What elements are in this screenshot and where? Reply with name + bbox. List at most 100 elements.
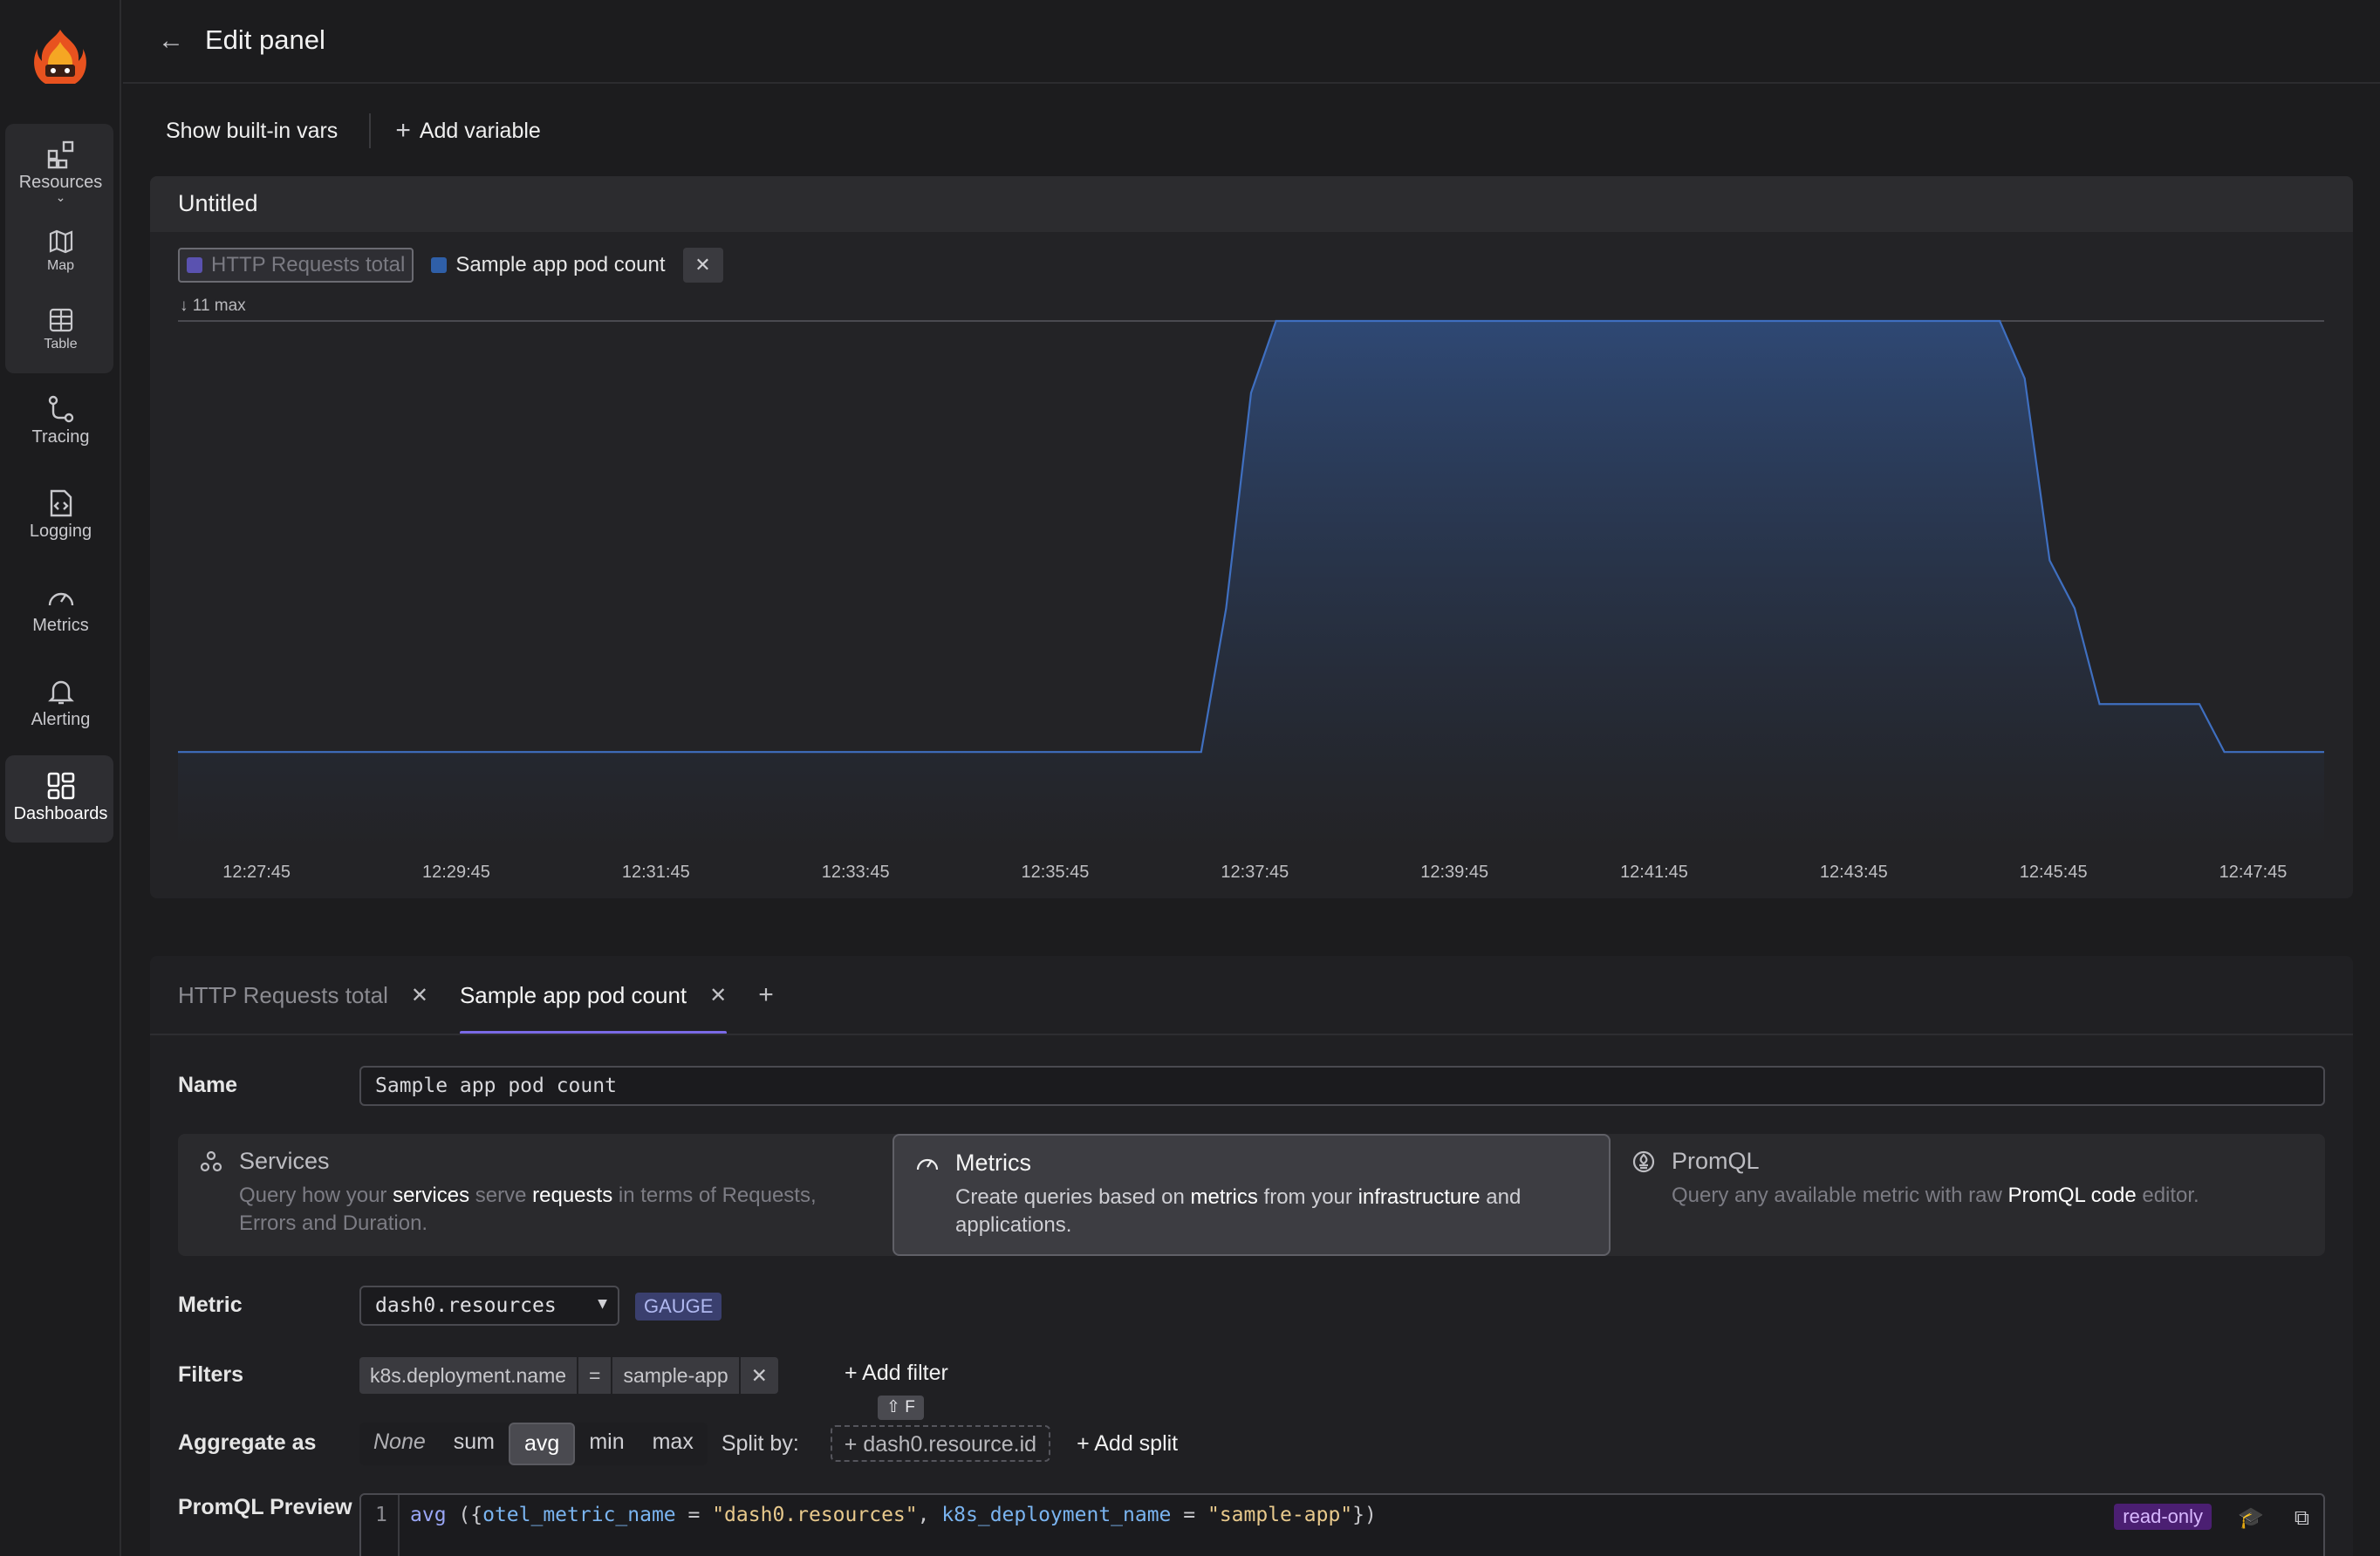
add-query-button[interactable]: +: [758, 980, 774, 1010]
aggregate-options: None sum avg min max: [359, 1422, 708, 1465]
chevron-down-icon: ⌄: [55, 190, 66, 204]
aggregate-option-sum[interactable]: sum: [440, 1423, 509, 1465]
mode-promql[interactable]: PromQL Query any available metric with r…: [1611, 1134, 2325, 1256]
line-number: 1: [361, 1495, 400, 1556]
query-tabs: HTTP Requests total ✕ Sample app pod cou…: [178, 956, 774, 1034]
close-icon: ✕: [750, 1364, 768, 1387]
tab-http-requests-total[interactable]: HTTP Requests total ✕: [178, 956, 428, 1034]
copy-icon[interactable]: ⧉: [2295, 1505, 2309, 1530]
services-icon: [200, 1150, 222, 1172]
chart-legend: HTTP Requests total Sample app pod count…: [178, 248, 723, 283]
name-label: Name: [178, 1073, 238, 1097]
filters-label: Filters: [178, 1362, 244, 1387]
query-mode-selector: Services Query how your services serve r…: [178, 1134, 2325, 1256]
x-tick-label: 12:33:45: [822, 863, 890, 882]
legend-swatch: [187, 257, 202, 273]
mode-description: Create queries based on metrics from you…: [955, 1185, 1522, 1237]
resources-icon: [47, 140, 73, 169]
metric-select[interactable]: dash0.resources ▼: [359, 1286, 619, 1326]
metrics-icon: [48, 592, 73, 606]
x-tick-label: 12:29:45: [422, 863, 490, 882]
x-tick-label: 12:39:45: [1420, 863, 1488, 882]
prometheus-icon: [1632, 1150, 1655, 1173]
aggregate-option-min[interactable]: min: [575, 1423, 638, 1465]
filter-operator[interactable]: =: [578, 1357, 612, 1394]
sidebar-item-resources[interactable]: Resources ⌄: [0, 140, 121, 204]
legend-item-sample-app[interactable]: Sample app pod count: [424, 248, 672, 283]
name-input[interactable]: [359, 1066, 2325, 1106]
filter-value[interactable]: sample-app: [612, 1357, 739, 1394]
max-label: ↓ 11 max: [180, 297, 246, 315]
sidebar-item-metrics[interactable]: Metrics: [0, 583, 121, 636]
aggregate-option-max[interactable]: max: [639, 1423, 708, 1465]
sidebar-item-dashboards[interactable]: Dashboards: [0, 771, 121, 824]
sidebar-item-logging[interactable]: Logging: [0, 488, 121, 542]
close-icon[interactable]: ✕: [709, 983, 727, 1008]
x-tick-label: 12:45:45: [2020, 863, 2088, 882]
sidebar-item-map[interactable]: Map: [0, 229, 121, 274]
mode-description: Query how your services serve requests i…: [239, 1184, 817, 1235]
sidebar-item-table[interactable]: Table: [0, 307, 121, 352]
metric-type-badge: GAUGE: [635, 1293, 722, 1321]
legend-item-http-requests[interactable]: HTTP Requests total: [178, 248, 414, 283]
dashboards-icon: [47, 772, 74, 800]
tabs-divider: [150, 1034, 2353, 1035]
page-title: Edit panel: [205, 24, 325, 55]
divider: [369, 113, 372, 148]
x-tick-label: 12:35:45: [1022, 863, 1090, 882]
plus-icon[interactable]: +: [395, 116, 411, 146]
close-icon[interactable]: ✕: [411, 983, 428, 1008]
plus-icon: +: [844, 1432, 864, 1457]
query-editor-panel: HTTP Requests total ✕ Sample app pod cou…: [150, 956, 2353, 1556]
arrow-down-icon: ↓: [180, 297, 188, 315]
aggregate-option-avg[interactable]: avg: [509, 1422, 576, 1465]
read-only-badge: read-only: [2114, 1504, 2212, 1530]
x-tick-label: 12:43:45: [1820, 863, 1888, 882]
aggregate-option-none[interactable]: None: [359, 1423, 440, 1465]
chart-panel: Untitled 12:27:45 12:29:45 12:31:45 12:33:4…: [150, 176, 2353, 898]
sidebar-item-tracing[interactable]: Tracing: [0, 394, 121, 447]
filter-chip[interactable]: k8s.deployment.name = sample-app ✕: [359, 1357, 778, 1394]
split-by-label: Split by:: [721, 1430, 799, 1456]
page-header: ← Edit panel: [123, 0, 2380, 84]
split-chip[interactable]: + dash0.resource.id: [830, 1425, 1051, 1462]
promql-preview[interactable]: 1 avg ({otel_metric_name = "dash0.resour…: [359, 1493, 2325, 1556]
clear-legend-selection-button[interactable]: ✕: [682, 248, 723, 283]
tracing-icon: [48, 395, 73, 423]
logging-icon: [50, 489, 72, 517]
learn-icon[interactable]: 🎓: [2238, 1505, 2264, 1530]
promql-code: avg ({otel_metric_name = "dash0.resource…: [410, 1504, 1377, 1526]
remove-filter-button[interactable]: ✕: [740, 1357, 778, 1394]
app-logo[interactable]: [30, 26, 91, 87]
mode-services[interactable]: Services Query how your services serve r…: [178, 1134, 892, 1256]
mode-metrics[interactable]: Metrics Create queries based on metrics …: [892, 1134, 1611, 1256]
bell-icon: [47, 680, 74, 705]
x-tick-label: 12:31:45: [622, 863, 690, 882]
promql-preview-label: PromQL Preview: [178, 1495, 352, 1519]
x-tick-label: 12:47:45: [2219, 863, 2288, 882]
gauge-icon: [916, 1158, 939, 1170]
variables-bar: Show built-in vars + Add variable: [166, 113, 541, 148]
keyboard-shortcut-hint: ⇧ F: [878, 1396, 924, 1420]
close-icon: ✕: [694, 254, 711, 276]
x-tick-label: 12:41:45: [1620, 863, 1688, 882]
tab-sample-app-pod-count[interactable]: Sample app pod count ✕: [459, 956, 728, 1034]
legend-swatch: [431, 257, 448, 273]
sidebar-item-alerting[interactable]: Alerting: [0, 677, 121, 730]
plus-icon: +: [1077, 1430, 1095, 1456]
add-filter-button[interactable]: + Add filter: [845, 1361, 948, 1386]
arrow-left-icon[interactable]: ←: [158, 28, 184, 54]
mode-description: Query any available metric with raw Prom…: [1672, 1184, 2199, 1207]
map-icon: [49, 229, 72, 254]
chart[interactable]: 12:27:45 12:29:45 12:31:45 12:33:45 12:35:45…: [150, 176, 2353, 898]
table-icon: [49, 308, 72, 332]
aggregate-label: Aggregate as: [178, 1430, 317, 1455]
add-variable-button[interactable]: Add variable: [420, 119, 541, 144]
aggregate-row: None sum avg min max Split by: + dash0.r…: [359, 1422, 1178, 1465]
x-tick-label: 12:27:45: [222, 863, 291, 882]
filter-key[interactable]: k8s.deployment.name: [359, 1357, 578, 1394]
x-tick-label: 12:37:45: [1221, 863, 1289, 882]
add-split-button[interactable]: + Add split: [1077, 1431, 1178, 1457]
metric-label: Metric: [178, 1293, 243, 1317]
show-builtin-vars-button[interactable]: Show built-in vars: [166, 119, 338, 144]
